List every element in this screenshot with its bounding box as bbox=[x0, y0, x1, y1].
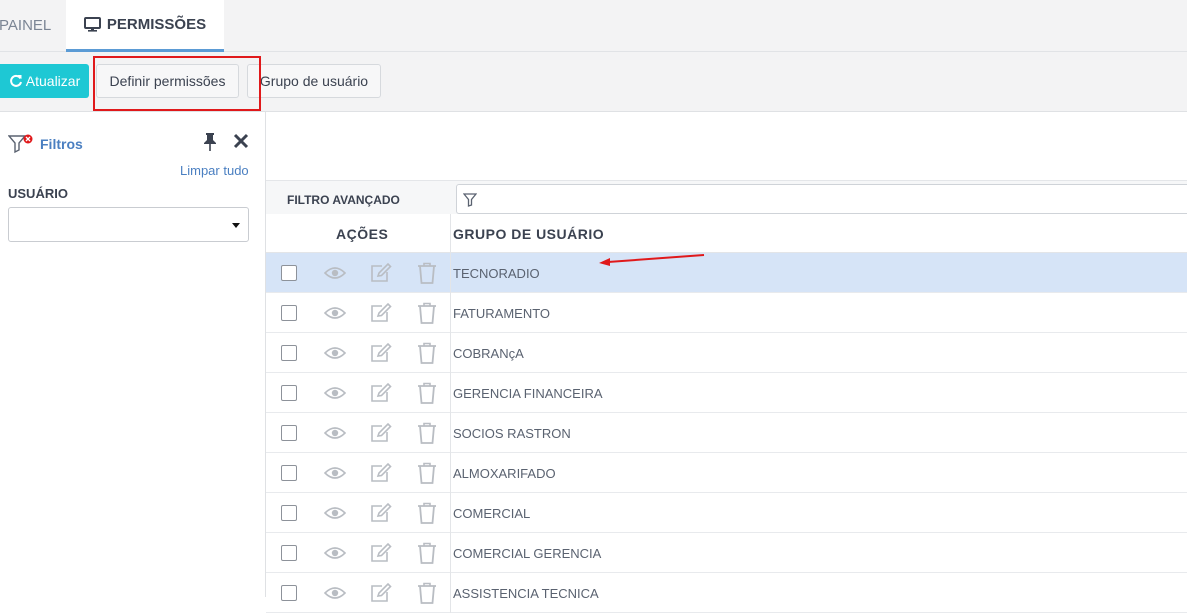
trash-icon[interactable] bbox=[417, 422, 437, 444]
row-checkbox[interactable] bbox=[281, 385, 297, 401]
edit-icon[interactable] bbox=[370, 263, 392, 283]
filter-title-label: Filtros bbox=[40, 136, 83, 152]
table-row[interactable]: TECNORADIO bbox=[266, 253, 1187, 293]
trash-icon[interactable] bbox=[417, 262, 437, 284]
column-divider bbox=[450, 293, 451, 333]
column-divider bbox=[450, 453, 451, 493]
column-divider bbox=[450, 413, 451, 453]
tab-permissoes[interactable]: PERMISSÕES bbox=[66, 0, 224, 52]
refresh-button[interactable]: Atualizar bbox=[0, 64, 89, 98]
filter-icon bbox=[463, 193, 477, 207]
eye-icon[interactable] bbox=[324, 305, 346, 321]
table-row[interactable]: SOCIOS RASTRON bbox=[266, 413, 1187, 453]
chevron-down-icon bbox=[232, 223, 240, 228]
user-select[interactable] bbox=[8, 207, 249, 242]
tab-bar: PAINEL PERMISSÕES bbox=[0, 0, 1187, 52]
column-divider bbox=[450, 533, 451, 573]
tab-painel[interactable]: PAINEL bbox=[0, 0, 66, 51]
annotation-arrow bbox=[599, 254, 705, 266]
column-divider bbox=[450, 573, 451, 613]
trash-icon[interactable] bbox=[417, 302, 437, 324]
advanced-filter-label: FILTRO AVANÇADO bbox=[287, 193, 400, 207]
edit-icon[interactable] bbox=[370, 463, 392, 483]
refresh-icon bbox=[9, 74, 22, 87]
clear-all-link[interactable]: Limpar tudo bbox=[180, 163, 249, 178]
column-divider bbox=[450, 214, 451, 252]
filter-panel: Filtros Limpar tudo USUÁRIO bbox=[0, 112, 266, 597]
edit-icon[interactable] bbox=[370, 503, 392, 523]
eye-icon[interactable] bbox=[324, 585, 346, 601]
table-row[interactable]: FATURAMENTO bbox=[266, 293, 1187, 333]
table-row[interactable]: COMERCIAL GERENCIA bbox=[266, 533, 1187, 573]
table-header: AÇÕES GRUPO DE USUÁRIO bbox=[266, 214, 1187, 253]
user-group-button[interactable]: Grupo de usuário bbox=[247, 64, 381, 98]
actions-column-header: AÇÕES bbox=[336, 226, 389, 242]
table-row[interactable]: GERENCIA FINANCEIRA bbox=[266, 373, 1187, 413]
column-divider bbox=[450, 333, 451, 373]
advanced-filter-input[interactable] bbox=[456, 184, 1187, 214]
group-name: COBRANçA bbox=[453, 346, 524, 361]
tab-painel-label: PAINEL bbox=[0, 17, 52, 34]
user-filter-label: USUÁRIO bbox=[8, 186, 68, 201]
row-checkbox[interactable] bbox=[281, 465, 297, 481]
group-name: FATURAMENTO bbox=[453, 306, 551, 321]
trash-icon[interactable] bbox=[417, 542, 437, 564]
edit-icon[interactable] bbox=[370, 423, 392, 443]
row-checkbox[interactable] bbox=[281, 345, 297, 361]
monitor-icon bbox=[83, 17, 101, 32]
eye-icon[interactable] bbox=[324, 265, 346, 281]
trash-icon[interactable] bbox=[417, 502, 437, 524]
row-checkbox[interactable] bbox=[281, 505, 297, 521]
group-name: GERENCIA FINANCEIRA bbox=[453, 386, 603, 401]
table-row[interactable]: COMERCIAL bbox=[266, 493, 1187, 533]
pin-icon[interactable] bbox=[201, 132, 219, 152]
column-divider bbox=[450, 373, 451, 413]
edit-icon[interactable] bbox=[370, 583, 392, 603]
eye-icon[interactable] bbox=[324, 545, 346, 561]
close-icon[interactable] bbox=[233, 133, 249, 149]
edit-icon[interactable] bbox=[370, 543, 392, 563]
column-divider bbox=[450, 493, 451, 533]
table-row[interactable]: ASSISTENCIA TECNICA bbox=[266, 573, 1187, 613]
group-column-header[interactable]: GRUPO DE USUÁRIO bbox=[453, 226, 604, 242]
group-name: TECNORADIO bbox=[453, 266, 540, 281]
filter-title: Filtros bbox=[8, 134, 83, 154]
group-name: COMERCIAL bbox=[453, 506, 531, 521]
trash-icon[interactable] bbox=[417, 582, 437, 604]
group-name: ASSISTENCIA TECNICA bbox=[453, 586, 599, 601]
tab-permissoes-label: PERMISSÕES bbox=[106, 16, 207, 33]
eye-icon[interactable] bbox=[324, 385, 346, 401]
user-group-label: Grupo de usuário bbox=[259, 73, 369, 89]
group-name: ALMOXARIFADO bbox=[453, 466, 556, 481]
edit-icon[interactable] bbox=[370, 303, 392, 323]
edit-icon[interactable] bbox=[370, 343, 392, 363]
eye-icon[interactable] bbox=[324, 505, 346, 521]
edit-icon[interactable] bbox=[370, 383, 392, 403]
row-checkbox[interactable] bbox=[281, 265, 297, 281]
row-checkbox[interactable] bbox=[281, 585, 297, 601]
row-checkbox[interactable] bbox=[281, 425, 297, 441]
group-name: SOCIOS RASTRON bbox=[453, 426, 571, 441]
table-row[interactable]: COBRANçA bbox=[266, 333, 1187, 373]
row-checkbox[interactable] bbox=[281, 305, 297, 321]
group-name: COMERCIAL GERENCIA bbox=[453, 546, 602, 561]
advanced-filter-row: FILTRO AVANÇADO bbox=[266, 180, 1187, 215]
table-body: TECNORADIO FATURAMENTO COBRANçA GERENCIA… bbox=[266, 253, 1187, 613]
eye-icon[interactable] bbox=[324, 425, 346, 441]
trash-icon[interactable] bbox=[417, 382, 437, 404]
eye-icon[interactable] bbox=[324, 345, 346, 361]
column-divider bbox=[450, 253, 451, 293]
table-row[interactable]: ALMOXARIFADO bbox=[266, 453, 1187, 493]
trash-icon[interactable] bbox=[417, 462, 437, 484]
row-checkbox[interactable] bbox=[281, 545, 297, 561]
highlight-annotation bbox=[93, 56, 261, 111]
eye-icon[interactable] bbox=[324, 465, 346, 481]
trash-icon[interactable] bbox=[417, 342, 437, 364]
filter-clear-icon[interactable] bbox=[8, 134, 34, 154]
refresh-label: Atualizar bbox=[25, 73, 81, 89]
